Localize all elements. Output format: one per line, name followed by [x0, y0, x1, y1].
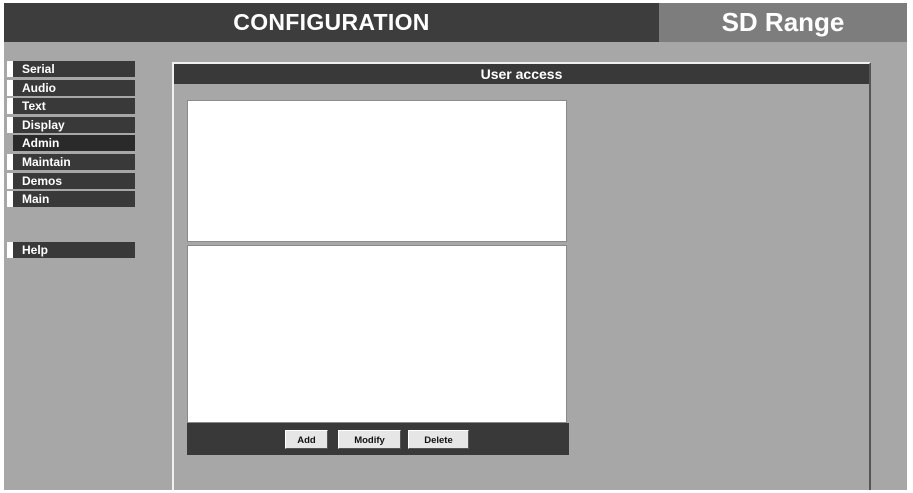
sidebar-item-label: Admin: [22, 136, 60, 151]
tab-marker: [7, 172, 13, 189]
sidebar-nav: Serial Audio Text Display Admin Maintain…: [7, 61, 135, 210]
tab-marker: [7, 98, 13, 115]
button-bar: Add Modify Delete: [187, 423, 569, 455]
sidebar-item-label: Serial: [22, 62, 55, 76]
sidebar-item-main[interactable]: Main: [7, 191, 135, 208]
product-badge: SD Range: [659, 3, 907, 42]
modify-button[interactable]: Modify: [338, 430, 401, 449]
sidebar-item-demos[interactable]: Demos: [7, 172, 135, 189]
delete-button[interactable]: Delete: [408, 430, 469, 449]
tab-marker: [7, 135, 13, 152]
tab-marker: [7, 61, 13, 77]
sidebar-item-help[interactable]: Help: [7, 242, 135, 258]
sidebar-item-label: Audio: [22, 80, 56, 95]
sidebar-item-label: Display: [22, 117, 65, 132]
tab-marker: [7, 242, 13, 258]
user-details-list[interactable]: [187, 245, 567, 423]
user-access-panel: User access Add Modify Delete: [172, 62, 871, 490]
sidebar-item-audio[interactable]: Audio: [7, 79, 135, 96]
config-window: CONFIGURATION SD Range Serial Audio Text…: [4, 3, 907, 490]
sidebar-item-serial[interactable]: Serial: [7, 61, 135, 77]
sidebar-item-maintain[interactable]: Maintain: [7, 153, 135, 170]
tab-marker: [7, 153, 13, 170]
sidebar-item-label: Main: [22, 192, 50, 207]
sidebar-item-label: Maintain: [22, 154, 71, 169]
tab-marker: [7, 79, 13, 96]
app-title: CONFIGURATION: [233, 9, 430, 35]
panel-title: User access: [174, 64, 869, 84]
tab-marker: [7, 116, 13, 133]
sidebar-item-display[interactable]: Display: [7, 116, 135, 133]
title-bar: CONFIGURATION SD Range: [4, 3, 907, 42]
sidebar-item-label: Text: [22, 99, 46, 114]
sidebar-item-text[interactable]: Text: [7, 98, 135, 115]
tab-marker: [7, 191, 13, 208]
user-list[interactable]: [187, 100, 567, 242]
sidebar-item-admin[interactable]: Admin: [7, 135, 135, 152]
sidebar-item-label: Help: [22, 243, 49, 257]
add-button[interactable]: Add: [285, 430, 328, 449]
sidebar-item-label: Demos: [22, 173, 63, 188]
